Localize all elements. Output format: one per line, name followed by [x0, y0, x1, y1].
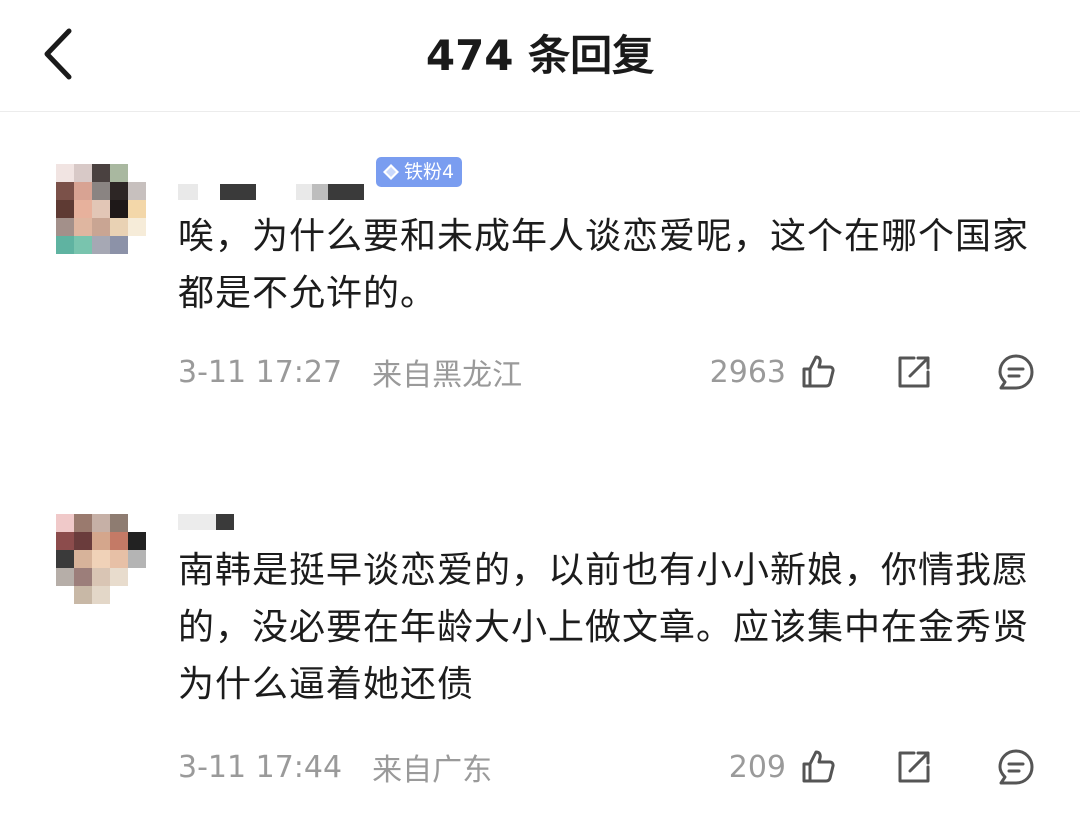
avatar[interactable] — [56, 164, 146, 254]
comment-location: 来自黑龙江 — [372, 358, 523, 393]
comment-time: 3-11 17:27 — [178, 354, 343, 390]
like-button[interactable] — [796, 350, 840, 394]
like-count: 209 — [728, 749, 786, 785]
page-title: 474 条回复 — [425, 31, 655, 80]
share-button[interactable] — [892, 745, 936, 789]
like-count: 2963 — [709, 354, 786, 390]
username-masked[interactable] — [178, 180, 364, 204]
reply-button[interactable] — [994, 350, 1038, 394]
comment-meta: 3-11 17:44 来自广东 — [178, 747, 493, 789]
avatar[interactable] — [56, 514, 146, 604]
back-button[interactable] — [34, 22, 82, 86]
comment-text: 唉，为什么要和未成年人谈恋爱呢，这个在哪个国家都是不允许的。 — [178, 216, 1030, 314]
comment-icon — [998, 749, 1034, 785]
thumbs-up-icon — [802, 355, 835, 388]
chevron-left-icon — [44, 28, 72, 80]
share-button[interactable] — [892, 350, 936, 394]
badge-label: 铁粉4 — [404, 161, 455, 183]
share-icon — [898, 751, 930, 783]
comment-actions: 2963 — [710, 348, 1038, 396]
comment-actions: 209 — [729, 743, 1038, 791]
diamond-icon — [383, 164, 399, 180]
comment-text: 南韩是挺早谈恋爱的，以前也有小小新娘，你情我愿的，没必要在年龄大小上做文章。应该… — [178, 550, 1030, 705]
fan-level-badge: 铁粉4 — [376, 157, 463, 187]
thumbs-up-icon — [802, 750, 835, 783]
top-bar: 474 条回复 — [0, 0, 1080, 112]
like-button[interactable] — [796, 745, 840, 789]
reply-button[interactable] — [994, 745, 1038, 789]
share-icon — [898, 356, 930, 388]
comment-meta: 3-11 17:27 来自黑龙江 — [178, 352, 523, 394]
comment-time: 3-11 17:44 — [178, 749, 343, 785]
comment-icon — [998, 354, 1034, 390]
comment-location: 来自广东 — [372, 753, 493, 788]
username-masked[interactable] — [178, 510, 234, 534]
